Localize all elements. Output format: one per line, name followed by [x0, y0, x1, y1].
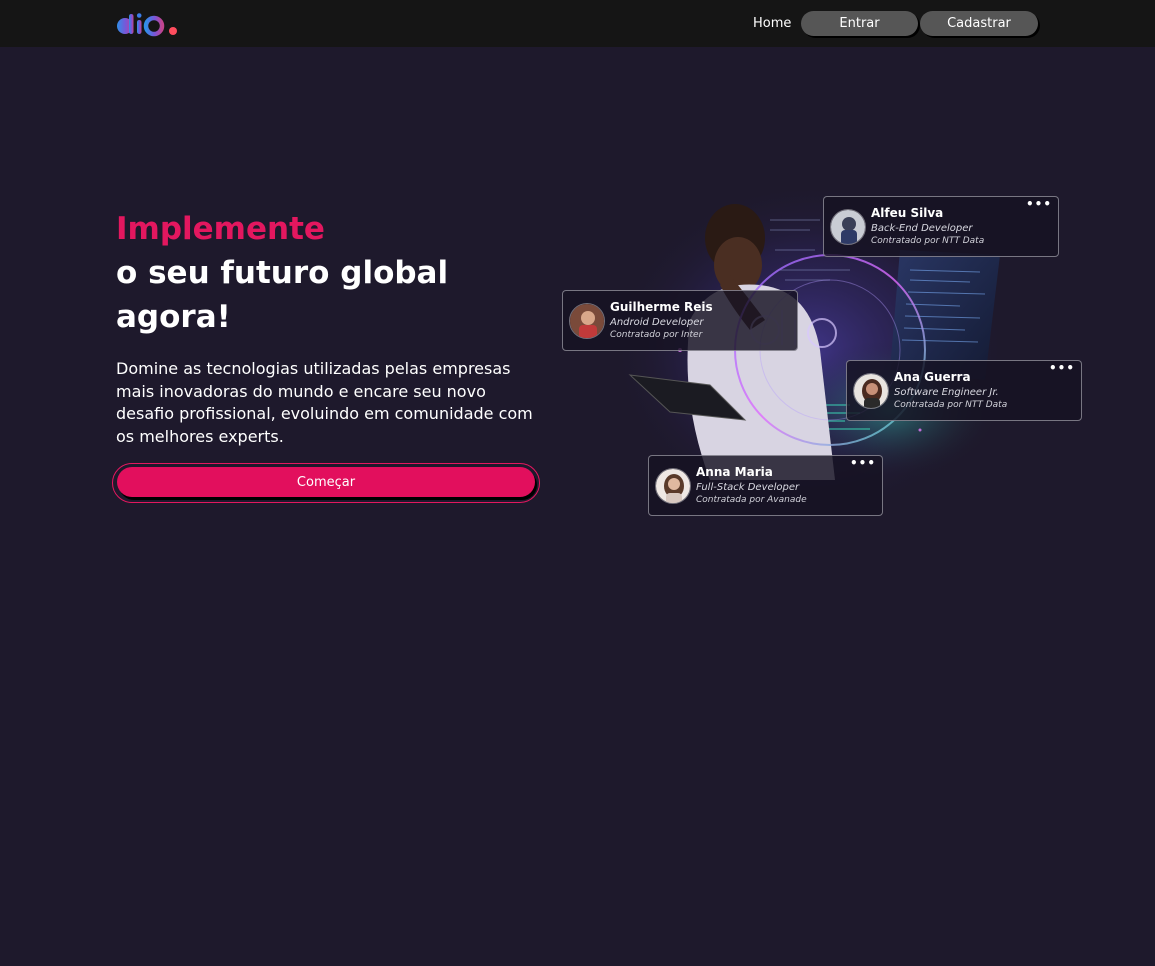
- card-role: Full-Stack Developer: [696, 482, 800, 493]
- card-company: Contratada por NTT Data: [894, 400, 1008, 410]
- card-company: Contratado por NTT Data: [871, 236, 985, 246]
- hero-subtitle: Domine as tecnologias utilizadas pelas e…: [116, 359, 533, 446]
- nav-home-link[interactable]: Home: [753, 16, 791, 31]
- dio-logo[interactable]: [116, 12, 180, 38]
- cta-outline: Começar: [112, 463, 540, 503]
- hero-title: o seu futuro global agora!: [116, 255, 449, 335]
- signup-button[interactable]: Cadastrar: [920, 11, 1038, 36]
- card-role: Android Developer: [610, 317, 704, 328]
- login-button[interactable]: Entrar: [801, 11, 918, 36]
- avatar: [853, 373, 889, 409]
- card-name: Ana Guerra: [894, 370, 971, 384]
- card-company: Contratado por Inter: [610, 330, 703, 340]
- top-navbar: Home Entrar Cadastrar: [0, 0, 1155, 47]
- more-options-icon[interactable]: •••: [1026, 197, 1052, 211]
- avatar: [830, 209, 866, 245]
- card-name: Guilherme Reis: [610, 300, 713, 314]
- card-name: Anna Maria: [696, 465, 773, 479]
- avatar: [655, 468, 691, 504]
- start-button[interactable]: Começar: [117, 467, 535, 497]
- card-role: Software Engineer Jr.: [894, 387, 999, 398]
- profile-card[interactable]: Anna Maria Full-Stack Developer Contrata…: [648, 455, 883, 516]
- card-name: Alfeu Silva: [871, 206, 944, 220]
- hero-title-accent: Implemente: [116, 211, 325, 247]
- more-options-icon[interactable]: •••: [1049, 361, 1075, 375]
- avatar: [569, 303, 605, 339]
- profile-card[interactable]: Guilherme Reis Android Developer Contrat…: [562, 290, 798, 351]
- card-role: Back-End Developer: [871, 223, 973, 234]
- profile-card[interactable]: Alfeu Silva Back-End Developer Contratad…: [823, 196, 1059, 257]
- profile-card[interactable]: Ana Guerra Software Engineer Jr. Contrat…: [846, 360, 1082, 421]
- card-company: Contratada por Avanade: [696, 495, 807, 505]
- more-options-icon[interactable]: •••: [850, 456, 876, 470]
